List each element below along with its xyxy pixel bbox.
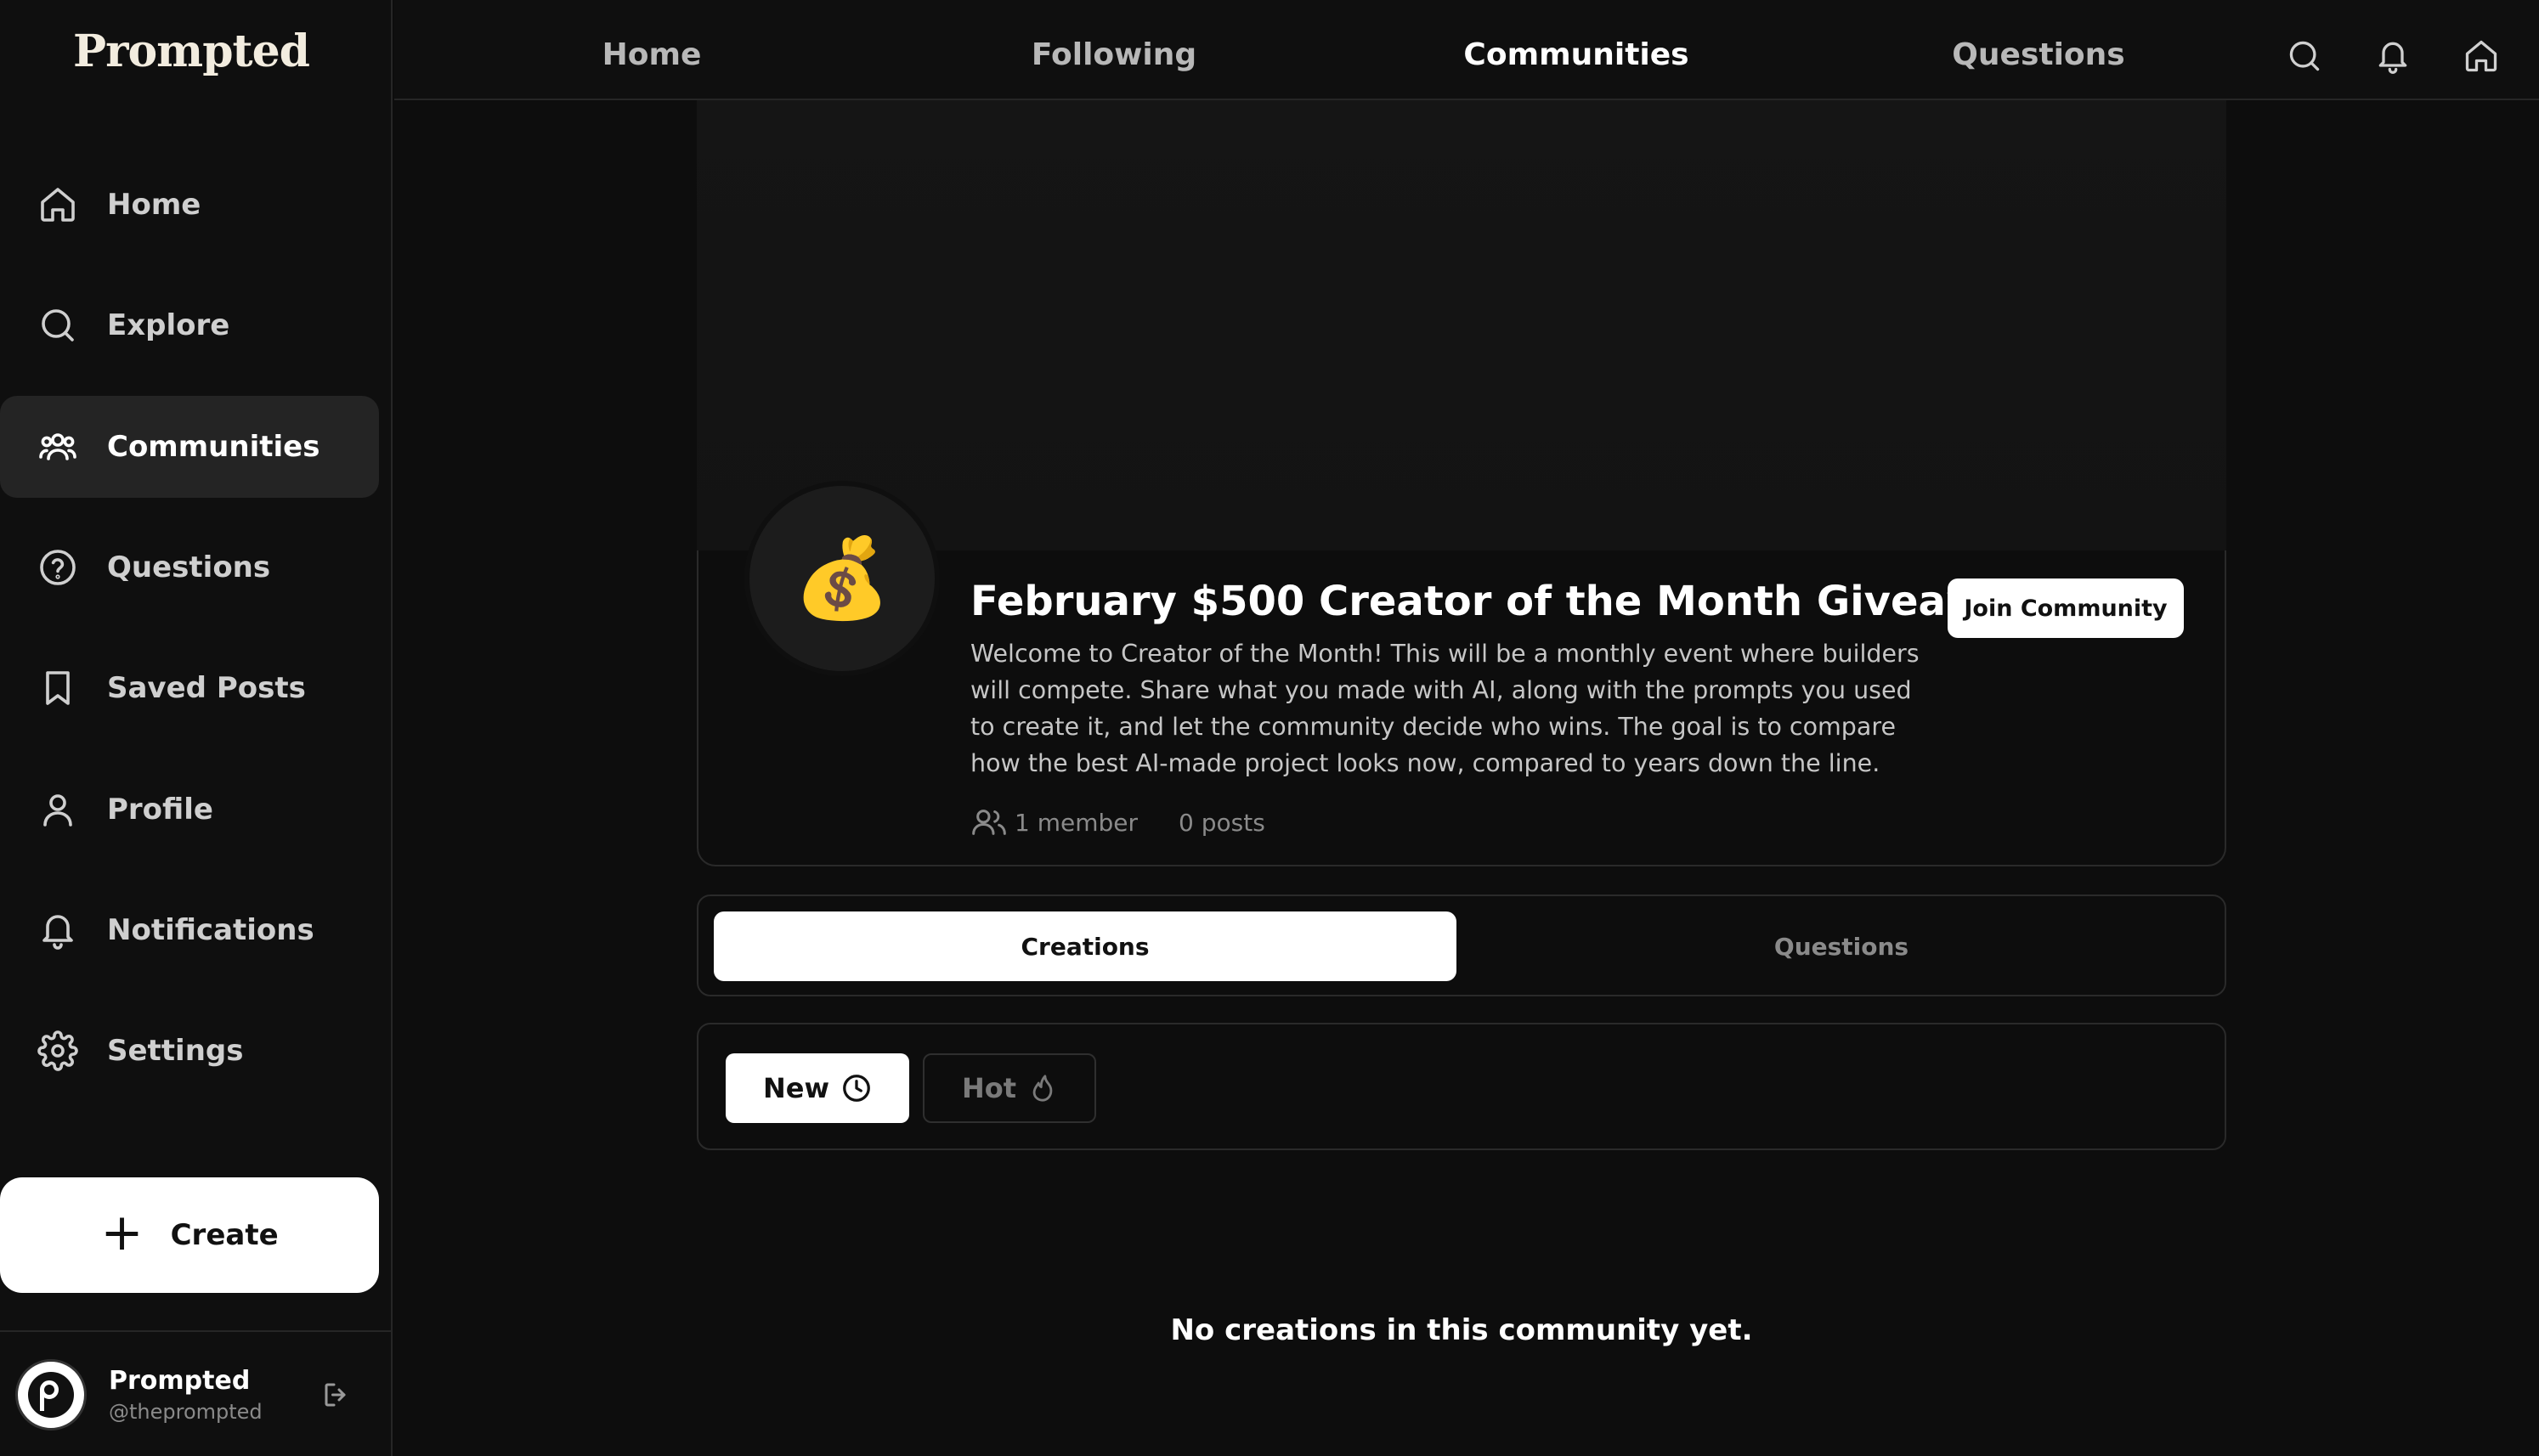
clock-icon <box>843 1075 870 1102</box>
users-icon <box>36 425 80 469</box>
create-button[interactable]: + Create <box>0 1177 379 1293</box>
sidebar-item-label: Saved Posts <box>107 671 306 705</box>
bell-icon[interactable] <box>2374 37 2412 75</box>
bell-icon <box>36 908 80 952</box>
post-count: 0 posts <box>1179 808 1265 837</box>
sidebar-item-notifications[interactable]: Notifications <box>0 879 379 981</box>
sidebar-item-saved-posts[interactable]: Saved Posts <box>0 637 379 739</box>
app-logo[interactable]: Prompted <box>0 25 382 77</box>
search-icon <box>36 303 80 347</box>
top-nav: Home Following Communities Questions <box>394 0 2539 100</box>
members-icon <box>972 810 1006 835</box>
sidebar-item-communities[interactable]: Communities <box>0 396 379 498</box>
logout-icon <box>325 1383 346 1407</box>
sort-hot-label: Hot <box>961 1072 1017 1104</box>
search-icon[interactable] <box>2286 37 2323 75</box>
content-tabs: Creations Questions <box>697 894 2226 996</box>
community-stats: 1 member 0 posts <box>970 805 1265 839</box>
user-name: Prompted <box>109 1366 251 1396</box>
sort-hot-button[interactable]: Hot <box>923 1053 1096 1123</box>
plus-icon: + <box>100 1203 144 1262</box>
flame-icon <box>1032 1075 1053 1102</box>
home-icon <box>36 183 80 227</box>
sidebar-item-label: Explore <box>107 308 230 342</box>
user-handle: @theprompted <box>109 1400 263 1424</box>
sort-controls: New Hot <box>697 1023 2226 1150</box>
avatar[interactable] <box>15 1359 87 1431</box>
community-title: February $500 Creator of the Month Givea… <box>970 578 2037 625</box>
community-description: Welcome to Creator of the Month! This wi… <box>970 640 1920 777</box>
sidebar-item-home[interactable]: Home <box>0 154 379 256</box>
sort-new-button[interactable]: New <box>726 1053 909 1123</box>
question-icon <box>36 545 80 590</box>
community-avatar: 💰 <box>744 481 940 676</box>
sidebar-item-label: Notifications <box>107 913 314 947</box>
home-icon[interactable] <box>2463 37 2500 75</box>
sidebar-item-label: Communities <box>107 430 320 464</box>
tab-questions[interactable]: Questions <box>1470 911 2213 981</box>
sidebar-item-questions[interactable]: Questions <box>0 516 379 618</box>
user-card: Prompted @theprompted <box>0 1332 391 1456</box>
sidebar-item-explore[interactable]: Explore <box>0 274 379 376</box>
logout-button[interactable] <box>321 1380 355 1414</box>
tab-following[interactable]: Following <box>1032 37 1196 72</box>
sort-new-label: New <box>762 1072 830 1104</box>
sidebar-item-settings[interactable]: Settings <box>0 1000 379 1102</box>
bookmark-icon <box>36 666 80 710</box>
money-bag-icon: 💰 <box>793 533 891 624</box>
create-button-label: Create <box>170 1218 279 1252</box>
community-banner <box>697 100 2226 550</box>
member-count: 1 member <box>1015 808 1139 837</box>
join-community-button[interactable]: Join Community <box>1948 578 2184 638</box>
sidebar: Prompted Home Explore Communities Questi… <box>0 0 393 1456</box>
sidebar-item-label: Home <box>107 188 201 222</box>
user-icon <box>36 787 80 832</box>
tab-communities[interactable]: Communities <box>1463 37 1688 72</box>
tab-home[interactable]: Home <box>602 37 702 72</box>
sidebar-item-label: Profile <box>107 793 213 827</box>
gear-icon <box>36 1029 80 1073</box>
sidebar-item-label: Questions <box>107 550 271 584</box>
empty-state-message: No creations in this community yet. <box>1170 1313 1753 1347</box>
prompted-logo-icon <box>28 1372 74 1418</box>
tab-creations[interactable]: Creations <box>714 911 1456 981</box>
sidebar-item-label: Settings <box>107 1034 244 1068</box>
tab-questions[interactable]: Questions <box>1952 37 2124 72</box>
sidebar-item-profile[interactable]: Profile <box>0 759 379 861</box>
